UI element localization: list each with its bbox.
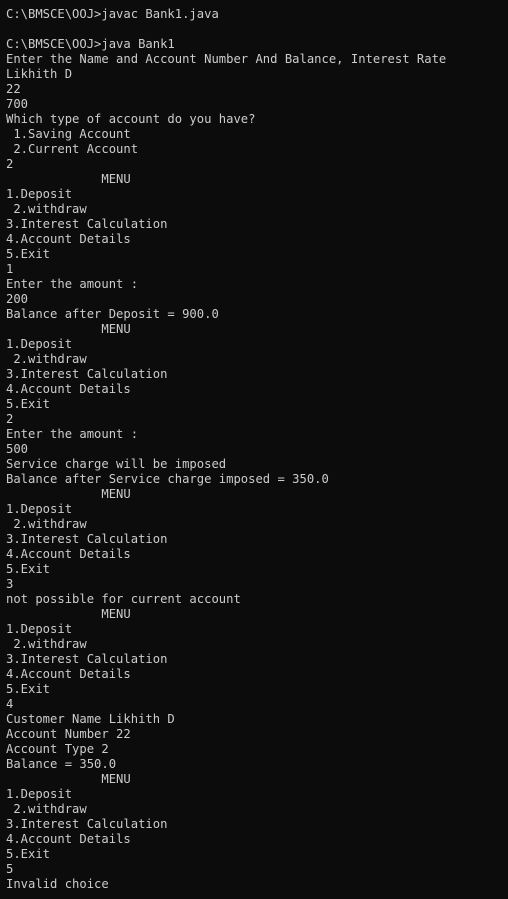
terminal-line: 5.Exit: [6, 562, 51, 576]
terminal-line: 22: [6, 82, 21, 96]
terminal-line: 5.Exit: [6, 397, 51, 411]
terminal-line: Enter the amount :: [6, 277, 139, 291]
terminal-line: 4.Account Details: [6, 382, 131, 396]
terminal-line: C:\BMSCE\OOJ>javac Bank1.java: [6, 7, 219, 21]
terminal-line: 1.Deposit: [6, 187, 73, 201]
terminal-line: 2.Current Account: [6, 142, 139, 156]
terminal-line: 700: [6, 97, 29, 111]
terminal-line: 2.withdraw: [6, 517, 87, 531]
terminal-line: C:\BMSCE\OOJ>java Bank1: [6, 37, 175, 51]
terminal-line: 4: [6, 697, 14, 711]
terminal-line: MENU: [6, 172, 131, 186]
terminal-line: Balance after Service charge imposed = 3…: [6, 472, 329, 486]
terminal-line: 4.Account Details: [6, 232, 131, 246]
terminal-line: 5.Exit: [6, 682, 51, 696]
terminal-line: Balance after Deposit = 900.0: [6, 307, 219, 321]
terminal-line: MENU: [6, 322, 131, 336]
terminal-line: Balance = 350.0: [6, 757, 117, 771]
terminal-line: 4.Account Details: [6, 667, 131, 681]
terminal-line: Which type of account do you have?: [6, 112, 256, 126]
terminal-line: MENU: [6, 772, 131, 786]
terminal-line: 5: [6, 862, 14, 876]
terminal-line: 2.withdraw: [6, 802, 87, 816]
terminal-line: 1.Deposit: [6, 502, 73, 516]
terminal-line: 2: [6, 412, 14, 426]
terminal-line: 3.Interest Calculation: [6, 817, 168, 831]
terminal-line: 3: [6, 577, 14, 591]
terminal-line: 2.withdraw: [6, 202, 87, 216]
terminal-line: Enter the amount :: [6, 427, 139, 441]
terminal-line: 2: [6, 157, 14, 171]
terminal-line: Service charge will be imposed: [6, 457, 227, 471]
terminal-line: 2.withdraw: [6, 637, 87, 651]
terminal-line: 5.Exit: [6, 247, 51, 261]
terminal-line: Customer Name Likhith D: [6, 712, 175, 726]
terminal-line: 3.Interest Calculation: [6, 367, 168, 381]
terminal-line: Account Type 2: [6, 742, 109, 756]
terminal-line: 5.Exit: [6, 847, 51, 861]
terminal-line: Likhith D: [6, 67, 73, 81]
terminal-line: Enter the Name and Account Number And Ba…: [6, 52, 447, 66]
terminal-line: 3.Interest Calculation: [6, 532, 168, 546]
terminal-line: MENU: [6, 607, 131, 621]
terminal-line: 1.Deposit: [6, 622, 73, 636]
terminal-line: 2.withdraw: [6, 352, 87, 366]
terminal-line: 4.Account Details: [6, 832, 131, 846]
terminal-line: 3.Interest Calculation: [6, 217, 168, 231]
terminal-output[interactable]: C:\BMSCE\OOJ>javac Bank1.java C:\BMSCE\OO…: [0, 0, 508, 899]
terminal-line: MENU: [6, 487, 131, 501]
terminal-line: 3.Interest Calculation: [6, 652, 168, 666]
terminal-line: 1.Deposit: [6, 787, 73, 801]
terminal-line: 1: [6, 262, 14, 276]
terminal-line: 200: [6, 292, 29, 306]
terminal-line: not possible for current account: [6, 592, 241, 606]
terminal-line: Account Number 22: [6, 727, 131, 741]
terminal-line: 4.Account Details: [6, 547, 131, 561]
terminal-line: Invalid choice: [6, 877, 109, 891]
terminal-line: 1.Saving Account: [6, 127, 131, 141]
terminal-line: 500: [6, 442, 29, 456]
terminal-line: 1.Deposit: [6, 337, 73, 351]
